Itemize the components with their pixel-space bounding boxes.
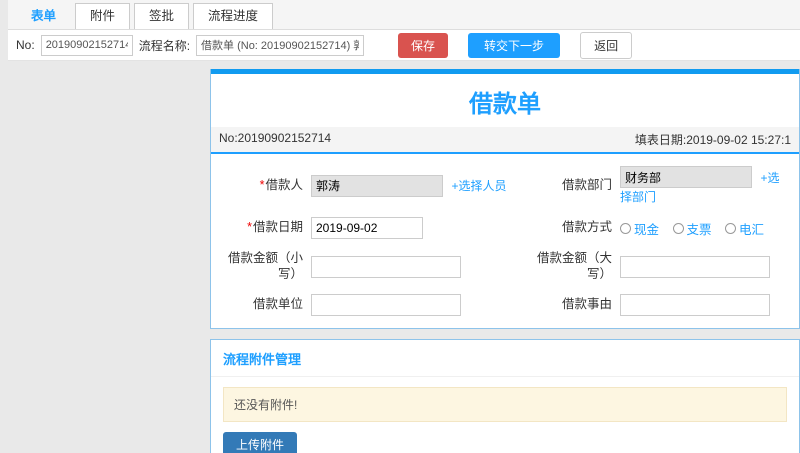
tab-bar: 表单 附件 签批 流程进度: [0, 0, 800, 30]
reason-input[interactable]: [620, 294, 770, 317]
radio-option-cash[interactable]: 现金: [620, 219, 659, 238]
radio-icon[interactable]: [620, 222, 631, 234]
form-number: No:20190902152714: [219, 131, 332, 145]
amount-small-label: 借款金额（小写）: [227, 251, 303, 281]
amount-small-input[interactable]: [311, 255, 461, 278]
loan-date-input[interactable]: [311, 217, 423, 239]
amount-big-label: 借款金额（大写）: [536, 251, 612, 281]
required-mark: *: [259, 177, 265, 192]
loan-date-field: [311, 217, 518, 239]
radio-option-check[interactable]: 支票: [672, 219, 712, 238]
form-fill-date: 填表日期:2019-09-02 15:27:1: [634, 133, 791, 147]
upload-attachment-button[interactable]: 上传附件: [223, 432, 298, 453]
loan-date-label: *借款日期: [247, 220, 303, 235]
radio-icon[interactable]: [725, 222, 736, 234]
no-label: No:: [16, 38, 35, 52]
radio-label-check[interactable]: 支票: [687, 219, 712, 238]
no-attachments-notice: 还没有附件!: [223, 387, 787, 423]
content-area: 借款单 No:20190902152714 填表日期:2019-09-02 15…: [0, 61, 800, 453]
amount-small-field: [311, 255, 518, 278]
loan-form-grid: *借款人 +选择人员 借款部门 +选择部门 *借款日期 借款方式: [211, 154, 799, 328]
amount-big-input[interactable]: [620, 255, 770, 278]
reason-field: [620, 294, 791, 317]
borrower-field: +选择人员: [311, 174, 518, 197]
unit-input[interactable]: [311, 294, 461, 317]
left-gutter: [0, 0, 8, 453]
form-title: 借款单: [469, 91, 541, 118]
attachments-header: 流程附件管理: [211, 340, 799, 378]
required-mark: *: [247, 220, 252, 235]
next-step-button[interactable]: 转交下一步: [468, 32, 561, 58]
save-button[interactable]: 保存: [398, 32, 449, 58]
form-info-bar: No:20190902152714 填表日期:2019-09-02 15:27:…: [211, 127, 799, 152]
attachments-panel: 流程附件管理 还没有附件! 上传附件: [210, 339, 800, 453]
radio-label-wire[interactable]: 电汇: [739, 219, 764, 238]
no-input[interactable]: [40, 34, 133, 56]
reason-label: 借款事由: [561, 297, 612, 312]
select-person-link[interactable]: +选择人员: [451, 179, 506, 193]
back-button[interactable]: 返回: [580, 31, 633, 59]
radio-label-cash[interactable]: 现金: [634, 219, 659, 238]
unit-field: [311, 294, 518, 317]
amount-big-field: [620, 255, 791, 278]
tab-sign[interactable]: 签批: [134, 3, 190, 29]
borrower-label: *借款人: [259, 177, 303, 192]
tab-attachments[interactable]: 附件: [75, 3, 131, 29]
department-field: +选择部门: [620, 166, 791, 205]
department-input[interactable]: [620, 166, 752, 188]
unit-label: 借款单位: [252, 297, 303, 312]
method-label: 借款方式: [561, 220, 612, 235]
process-name-input[interactable]: [196, 34, 365, 56]
action-toolbar: No: 流程名称: 保存 转交下一步 返回: [0, 30, 800, 61]
loan-form-panel: 借款单 No:20190902152714 填表日期:2019-09-02 15…: [210, 69, 800, 330]
radio-icon[interactable]: [672, 222, 684, 234]
tab-progress[interactable]: 流程进度: [193, 3, 274, 29]
process-name-label: 流程名称:: [138, 38, 191, 53]
borrower-input[interactable]: [311, 174, 443, 197]
radio-option-wire[interactable]: 电汇: [725, 219, 764, 238]
method-field: 现金 支票 电汇: [620, 219, 791, 238]
tab-form[interactable]: 表单: [16, 3, 71, 29]
department-label: 借款部门: [561, 177, 612, 192]
